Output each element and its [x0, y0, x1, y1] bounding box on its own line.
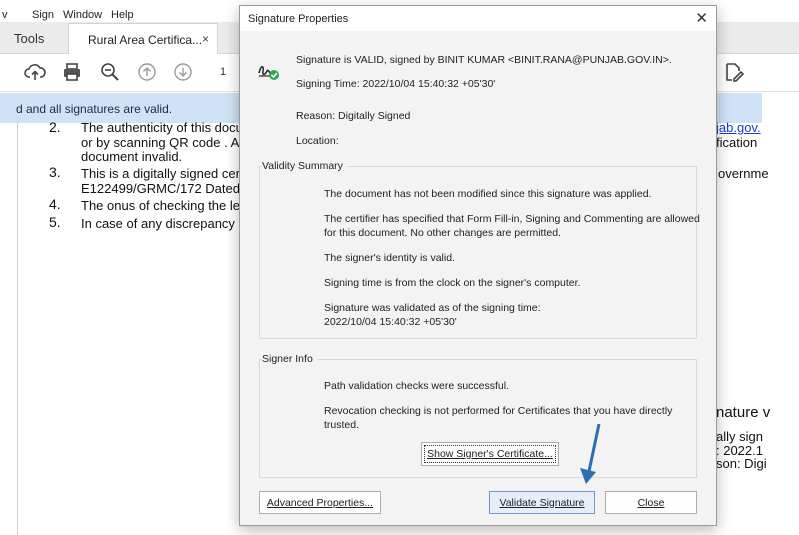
- signature-properties-dialog: Signature Properties ✕ Signature is VALI…: [239, 5, 717, 526]
- validity-item: for this document. No other changes are …: [324, 227, 561, 239]
- menu-window[interactable]: Window: [63, 9, 102, 21]
- validity-summary-label: Validity Summary: [262, 160, 347, 172]
- validity-item: 2022/10/04 15:40:32 +05'30': [324, 316, 457, 328]
- page-number-field[interactable]: 1: [220, 66, 226, 78]
- menu-help[interactable]: Help: [111, 9, 134, 21]
- tab-document-title: Rural Area Certifica...: [88, 33, 203, 47]
- signature-location: Location:: [296, 135, 339, 147]
- advanced-properties-button[interactable]: Advanced Properties...: [259, 491, 381, 514]
- list-number: 5.: [49, 214, 61, 230]
- signature-status-line: Signature is VALID, signed by BINIT KUMA…: [296, 54, 672, 66]
- zoom-out-icon[interactable]: [99, 61, 121, 83]
- document-line: This is a digitally signed cert: [81, 166, 244, 181]
- document-line: overnme: [718, 166, 769, 181]
- menu-view[interactable]: v: [2, 9, 8, 21]
- dialog-body: Signature is VALID, signed by BINIT KUMA…: [240, 31, 716, 525]
- signature-reason: Reason: Digitally Signed: [296, 110, 411, 122]
- print-icon[interactable]: [61, 61, 83, 83]
- document-line: The onus of checking the leg: [81, 198, 248, 213]
- signer-info-group: Path validation checks were successful. …: [259, 359, 697, 478]
- validity-item: Signature was validated as of the signin…: [324, 302, 541, 314]
- annotation-arrow-icon: [580, 423, 601, 484]
- show-signers-certificate-button[interactable]: Show Signer's Certificate...: [421, 442, 559, 466]
- list-number: 2.: [49, 119, 61, 135]
- validity-item: The document has not been modified since…: [324, 188, 652, 200]
- edit-document-icon[interactable]: [722, 61, 744, 83]
- signing-time: Signing Time: 2022/10/04 15:40:32 +05'30…: [296, 78, 496, 90]
- close-button[interactable]: Close: [605, 491, 697, 514]
- signer-info-item: Revocation checking is not performed for…: [324, 405, 673, 417]
- tab-tools[interactable]: Tools: [14, 31, 44, 46]
- signature-block-line: son: Digi: [716, 456, 767, 471]
- validity-item: Signing time is from the clock on the si…: [324, 277, 581, 289]
- signer-info-item: Path validation checks were successful.: [324, 380, 510, 392]
- cloud-upload-icon[interactable]: [24, 61, 46, 83]
- signature-block-line: ally sign: [716, 429, 763, 444]
- list-number: 4.: [49, 196, 61, 212]
- menu-sign[interactable]: Sign: [32, 9, 54, 21]
- signature-status-text: d and all signatures are valid.: [16, 102, 173, 116]
- validate-signature-button[interactable]: Validate Signature: [489, 491, 595, 514]
- document-link[interactable]: jab.gov.: [716, 120, 761, 135]
- dialog-close-icon[interactable]: ✕: [695, 9, 708, 27]
- dialog-title: Signature Properties: [248, 13, 349, 25]
- document-line: In case of any discrepancy p: [81, 216, 246, 231]
- tab-document[interactable]: Rural Area Certifica... ×: [68, 23, 218, 54]
- dialog-titlebar: Signature Properties ✕: [240, 6, 716, 31]
- validity-item: The certifier has specified that Form Fi…: [324, 213, 700, 225]
- signature-valid-icon: [258, 66, 279, 80]
- validity-item: The signer's identity is valid.: [324, 252, 455, 264]
- document-line: fication: [716, 135, 758, 150]
- page-up-icon[interactable]: [136, 61, 158, 83]
- validity-summary-group: The document has not been modified since…: [259, 166, 700, 339]
- app-window: v Sign Window Help Tools Rural Area Cert…: [0, 0, 799, 535]
- signer-info-item: trusted.: [324, 419, 360, 431]
- signature-block-heading: nature v: [716, 404, 771, 421]
- document-line: document invalid.: [81, 149, 183, 164]
- page-down-icon[interactable]: [172, 61, 194, 83]
- signer-info-label: Signer Info: [262, 353, 317, 365]
- document-line: The authenticity of this docu: [81, 120, 243, 135]
- document-line: or by scanning QR code . Ar: [81, 135, 244, 150]
- document-line: E122499/GRMC/172 Dated:: [81, 181, 244, 196]
- tab-close-icon[interactable]: ×: [202, 32, 209, 46]
- list-number: 3.: [49, 164, 61, 180]
